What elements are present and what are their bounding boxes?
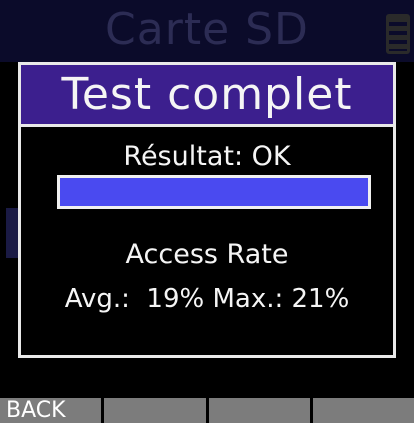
softkey-4[interactable] [312,398,414,423]
test-result-dialog: Test complet Résultat: OK Access Rate Av… [18,62,396,358]
softkey-2[interactable] [104,398,206,423]
background-screen-title: Carte SD [105,4,309,55]
battery-icon [386,14,410,54]
dialog-header: Test complet [21,65,393,127]
softkey-bar: BACK [0,398,414,423]
dialog-title: Test complet [61,68,353,120]
background-title-bar: Carte SD [0,0,414,62]
access-rate-label: Access Rate [125,239,289,270]
back-button[interactable]: BACK [0,398,102,423]
test-progress-bar [57,175,371,209]
softkey-3[interactable] [208,398,310,423]
test-progress-fill [60,178,368,206]
access-rate-values: Avg.: 19% Max.: 21% [64,284,350,314]
result-text: Résultat: OK [123,141,291,172]
